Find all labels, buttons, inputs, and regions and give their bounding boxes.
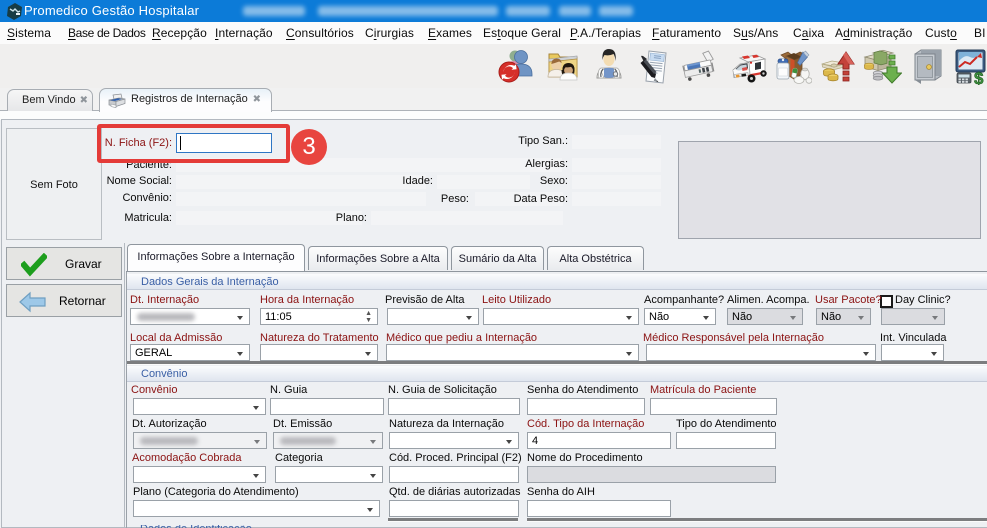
svg-text:$: $	[974, 69, 984, 85]
